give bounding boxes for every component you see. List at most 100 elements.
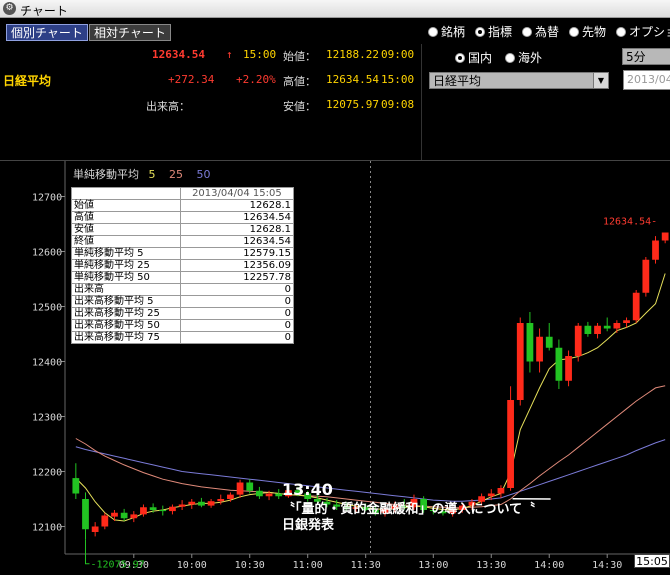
app-icon: ⚙	[3, 2, 16, 15]
x-tick-label: 13:00	[418, 560, 448, 571]
table-row-value: 12356.09	[179, 259, 295, 272]
y-tick-label: 12600	[32, 248, 62, 259]
candle-body	[594, 325, 601, 334]
x-tick-label: 11:30	[351, 560, 381, 571]
table-row-value: 0	[179, 331, 295, 344]
candle-body	[526, 323, 534, 362]
panel-divider	[421, 44, 422, 160]
chevron-down-icon[interactable]: ▼	[593, 73, 608, 88]
table-row: 安値 12628.1	[71, 223, 295, 236]
current-price: 12634.54	[152, 48, 205, 61]
volume-label: 出来高：	[146, 100, 190, 113]
radio-forex[interactable]: 為替	[522, 23, 559, 39]
window-title: チャート	[20, 4, 68, 18]
open-time: 09:00	[381, 48, 415, 61]
table-row-value: 0	[179, 307, 295, 320]
price-change-pct: +2.20%	[236, 73, 276, 86]
candle-body	[574, 325, 582, 356]
table-row-label: 出来高移動平均 5	[71, 295, 181, 308]
table-row-value: 12579.15	[179, 247, 295, 260]
candle-body	[652, 240, 659, 260]
radio-stock[interactable]: 銘柄	[428, 23, 465, 39]
candle-body	[632, 292, 640, 321]
candle-body	[111, 512, 118, 517]
candle-body	[555, 347, 563, 381]
candle-body	[507, 400, 514, 488]
table-row-value: 12628.1	[179, 223, 295, 236]
current-time-badge: 15:05	[634, 554, 670, 568]
legend-ma5: 5	[148, 168, 156, 181]
price-change: +272.34	[168, 73, 215, 86]
table-row-value: 0	[179, 295, 295, 308]
candle-body	[188, 501, 196, 505]
index-select[interactable]: 日経平均 ▼	[429, 72, 609, 89]
low-label: 安値：	[283, 100, 316, 113]
candle-body	[661, 232, 669, 241]
radio-domestic[interactable]: 国内	[455, 49, 492, 65]
y-tick-label: 12500	[32, 303, 62, 314]
candle-body	[613, 323, 621, 329]
window-titlebar: ⚙ チャート	[0, 0, 670, 18]
price-up-arrow-icon: ↑	[226, 48, 233, 61]
table-row-value: 0	[179, 283, 295, 296]
tab-relative-chart[interactable]: 相対チャート	[89, 24, 171, 41]
table-row: 出来高移動平均 25 0	[71, 307, 295, 320]
candle-body	[246, 482, 254, 491]
table-row: 単純移動平均 50 12257.78	[71, 271, 295, 284]
x-tick-label: 11:00	[293, 560, 323, 571]
table-empty-cell	[71, 187, 181, 200]
high-time: 15:00	[381, 73, 415, 86]
open-value: 12188.22	[326, 48, 379, 61]
low-price-label: -12075.97	[90, 560, 144, 571]
radio-label: 国内	[468, 51, 493, 65]
candle-body	[545, 336, 553, 348]
table-row: 出来高移動平均 50	[71, 295, 295, 308]
radio-overseas[interactable]: 海外	[505, 49, 542, 65]
candle-body	[584, 325, 592, 334]
y-tick-label: 12100	[32, 523, 62, 534]
radio-index[interactable]: 指標	[475, 23, 512, 39]
candle-body	[603, 325, 611, 329]
low-value: 12075.97	[326, 98, 379, 111]
table-row-label: 単純移動平均 25	[71, 259, 181, 272]
radio-dot-icon	[455, 53, 465, 63]
x-tick-label: 10:00	[177, 560, 207, 571]
table-row-label: 出来高移動平均 25	[71, 307, 181, 320]
date-input[interactable]: 2013/04/04	[623, 70, 670, 90]
radio-dot-icon	[475, 27, 485, 37]
data-table: 2013/04/04 15:05 始値 12628.1 高値 12634.54 安値 12…	[71, 187, 295, 344]
candle-body	[642, 259, 650, 293]
price-time: 15:00	[243, 48, 277, 61]
low-price-marker	[84, 539, 90, 565]
table-row: 出来高移動平均 50 0	[71, 319, 295, 332]
radio-dot-icon	[505, 53, 515, 63]
candle-body	[149, 507, 157, 510]
candle-body	[207, 501, 215, 506]
table-row-label: 出来高	[71, 283, 181, 296]
candle-body	[140, 507, 147, 515]
radio-dot-icon	[522, 27, 532, 37]
candle-body	[256, 490, 263, 497]
table-row-label: 始値	[71, 199, 181, 212]
radio-dot-icon	[428, 27, 438, 37]
candle-body	[487, 493, 495, 497]
x-tick-label: 13:30	[476, 560, 506, 571]
table-row-value: 12257.78	[179, 271, 295, 284]
interval-select[interactable]: 5分	[622, 48, 670, 65]
table-row-label: 単純移動平均 5	[71, 247, 181, 260]
radio-options[interactable]: オプション	[616, 23, 670, 39]
index-name: 日経平均	[3, 74, 52, 88]
candle-body	[536, 336, 543, 362]
high-price-label: 12634.54-	[603, 217, 657, 228]
radio-futures[interactable]: 先物	[569, 23, 606, 39]
high-value: 12634.54	[326, 73, 379, 86]
table-row-label: 高値	[71, 211, 181, 224]
table-timestamp: 2013/04/04 15:05	[179, 187, 295, 200]
annotation-source: 日銀発表	[282, 518, 335, 533]
legend-ma25: 25	[169, 168, 183, 181]
x-tick-label: 14:30	[592, 560, 622, 571]
radio-label: 先物	[582, 25, 607, 39]
tab-individual-chart[interactable]: 個別チャート	[6, 24, 88, 41]
candle-body	[82, 499, 89, 530]
candle-body	[91, 526, 99, 532]
